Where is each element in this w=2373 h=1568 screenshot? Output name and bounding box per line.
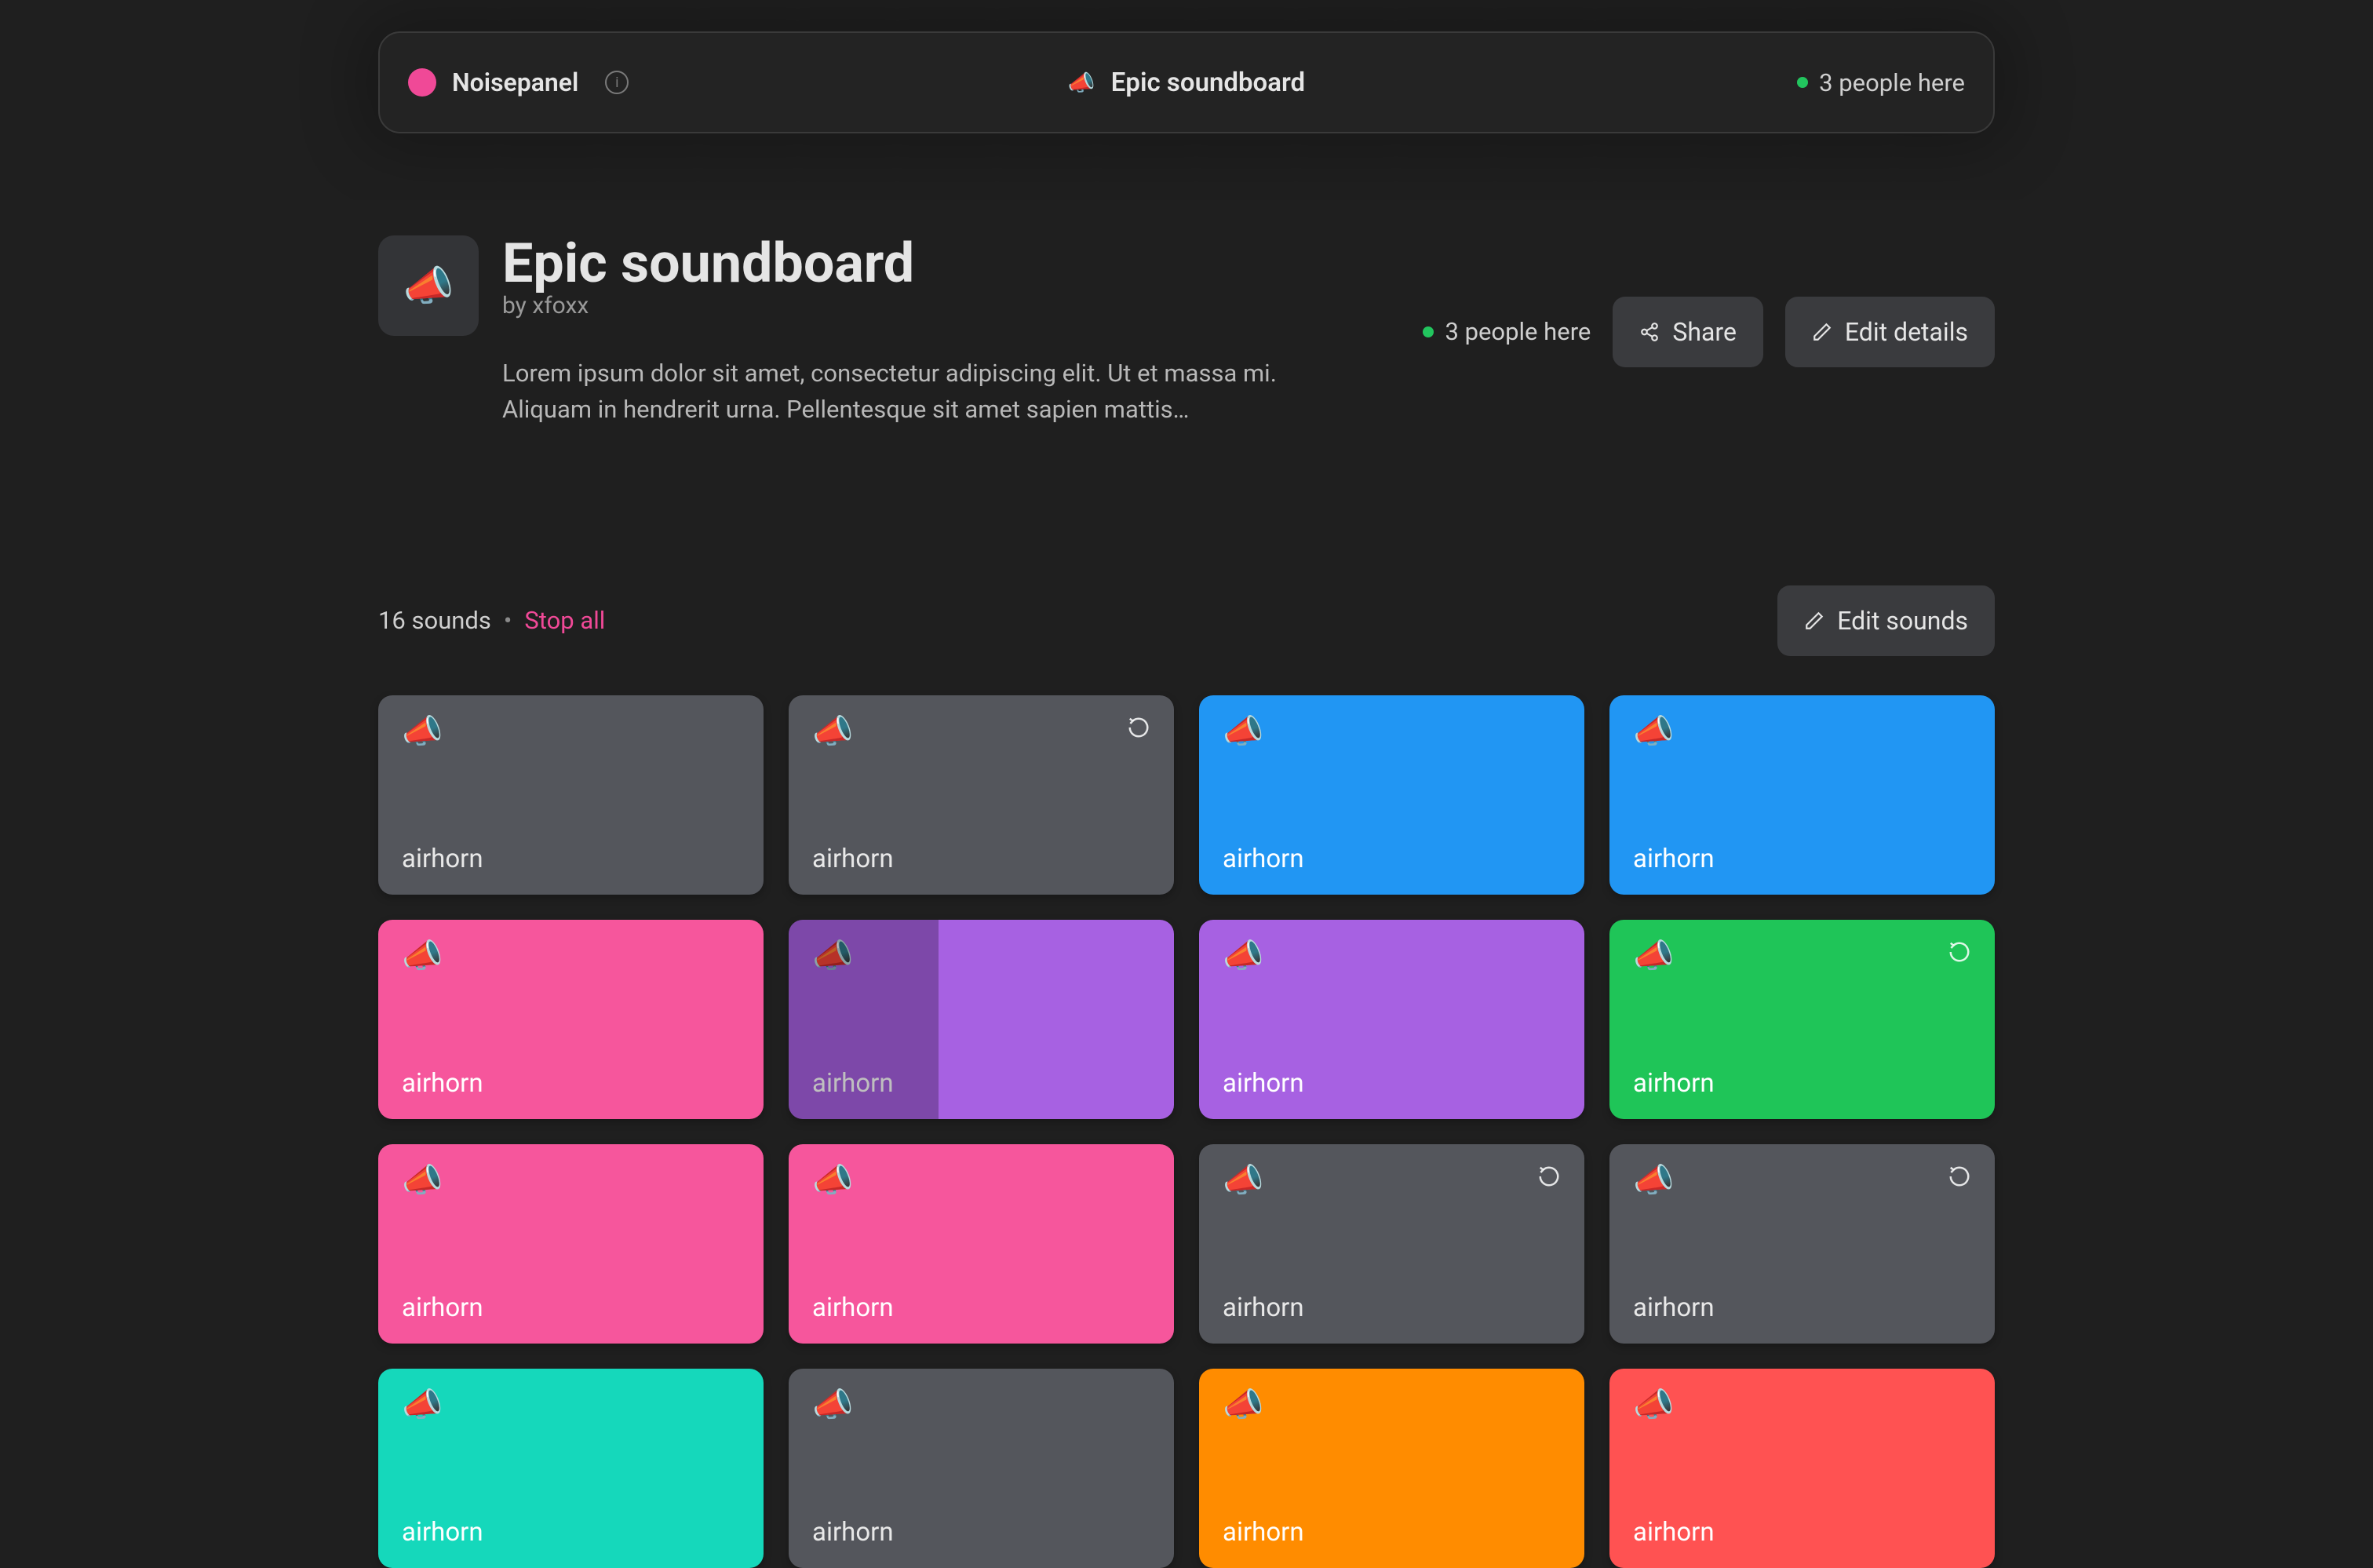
sound-name: airhorn: [1633, 1068, 1971, 1099]
topbar-title: 📣 Epic soundboard: [1068, 67, 1305, 98]
sound-tile[interactable]: 📣 airhorn: [378, 695, 764, 895]
megaphone-icon: 📣: [402, 716, 443, 749]
megaphone-icon: 📣: [812, 1165, 853, 1198]
megaphone-icon: 📣: [1633, 1389, 1674, 1422]
megaphone-icon: 📣: [1223, 1389, 1263, 1422]
sound-tile[interactable]: 📣 airhorn: [1199, 695, 1584, 895]
megaphone-icon: 📣: [403, 262, 454, 310]
presence-indicator: 3 people here: [1797, 68, 1965, 97]
sound-tile[interactable]: 📣 airhorn: [789, 695, 1174, 895]
sound-count: 16 sounds: [378, 606, 491, 635]
sound-tile[interactable]: 📣 airhorn: [1609, 920, 1995, 1119]
page-title: Epic soundboard: [502, 235, 1399, 294]
megaphone-icon: 📣: [1223, 1165, 1263, 1198]
sound-tile[interactable]: 📣 airhorn: [1199, 920, 1584, 1119]
presence-dot-icon: [1423, 326, 1434, 337]
sound-tile[interactable]: 📣 airhorn: [1609, 1144, 1995, 1344]
megaphone-icon: 📣: [1633, 716, 1674, 749]
loop-icon: [1948, 1165, 1971, 1188]
loop-icon: [1127, 716, 1150, 739]
sound-name: airhorn: [812, 1293, 1150, 1323]
info-icon[interactable]: i: [605, 71, 629, 94]
sound-name: airhorn: [1633, 1517, 1971, 1548]
sound-tile[interactable]: 📣 airhorn: [789, 920, 1174, 1119]
megaphone-icon: 📣: [812, 716, 853, 749]
edit-details-button[interactable]: Edit details: [1785, 297, 1995, 367]
megaphone-icon: 📣: [812, 1389, 853, 1422]
edit-sounds-button[interactable]: Edit sounds: [1777, 585, 1995, 656]
presence-text: 3 people here: [1445, 317, 1591, 346]
megaphone-icon: 📣: [1223, 716, 1263, 749]
sound-tile[interactable]: 📣 airhorn: [1199, 1144, 1584, 1344]
megaphone-icon: 📣: [402, 1165, 443, 1198]
sound-tile[interactable]: 📣 airhorn: [789, 1144, 1174, 1344]
sound-name: airhorn: [1223, 844, 1561, 874]
brand-name[interactable]: Noisepanel: [452, 67, 578, 97]
brand-logo[interactable]: [408, 68, 436, 97]
share-button[interactable]: Share: [1613, 297, 1763, 367]
presence-dot-icon: [1797, 77, 1808, 88]
sound-name: airhorn: [1223, 1517, 1561, 1548]
sound-tile[interactable]: 📣 airhorn: [1609, 1369, 1995, 1568]
sound-name: airhorn: [402, 1068, 740, 1099]
megaphone-icon: 📣: [1633, 940, 1674, 973]
sound-name: airhorn: [812, 1068, 1150, 1099]
sound-name: airhorn: [812, 1517, 1150, 1548]
megaphone-icon: 📣: [402, 940, 443, 973]
board-icon: 📣: [378, 235, 479, 336]
sound-name: airhorn: [402, 1517, 740, 1548]
megaphone-icon: 📣: [1223, 940, 1263, 973]
stop-all-button[interactable]: Stop all: [524, 606, 605, 635]
sound-grid: 📣 airhorn 📣 airhorn 📣 airhorn 📣 airhorn 📣 airhorn…: [378, 695, 1995, 1568]
topbar-board-name: Epic soundboard: [1111, 67, 1305, 98]
share-icon: [1639, 322, 1660, 342]
pencil-icon: [1812, 322, 1832, 342]
loop-icon: [1537, 1165, 1561, 1188]
top-bar: Noisepanel i 📣 Epic soundboard 3 people …: [378, 31, 1995, 133]
megaphone-icon: 📣: [1068, 70, 1095, 96]
megaphone-icon: 📣: [402, 1389, 443, 1422]
separator: •: [504, 606, 512, 635]
sound-tile[interactable]: 📣 airhorn: [378, 920, 764, 1119]
sound-tile[interactable]: 📣 airhorn: [789, 1369, 1174, 1568]
sound-tile[interactable]: 📣 airhorn: [1199, 1369, 1584, 1568]
megaphone-icon: 📣: [1633, 1165, 1674, 1198]
sound-tile[interactable]: 📣 airhorn: [378, 1369, 764, 1568]
presence-text: 3 people here: [1819, 68, 1965, 97]
loop-icon: [1948, 940, 1971, 964]
sound-name: airhorn: [1633, 1293, 1971, 1323]
board-description: Lorem ipsum dolor sit amet, consectetur …: [502, 356, 1310, 428]
sound-tile[interactable]: 📣 airhorn: [378, 1144, 764, 1344]
sound-name: airhorn: [402, 844, 740, 874]
sound-name: airhorn: [1633, 844, 1971, 874]
sound-name: airhorn: [1223, 1293, 1561, 1323]
presence-indicator: 3 people here: [1423, 317, 1591, 346]
megaphone-icon: 📣: [812, 940, 853, 973]
pencil-icon: [1804, 611, 1824, 631]
sound-name: airhorn: [812, 844, 1150, 874]
author-link[interactable]: xfoxx: [532, 292, 589, 319]
sound-tile[interactable]: 📣 airhorn: [1609, 695, 1995, 895]
sound-name: airhorn: [1223, 1068, 1561, 1099]
sound-name: airhorn: [402, 1293, 740, 1323]
